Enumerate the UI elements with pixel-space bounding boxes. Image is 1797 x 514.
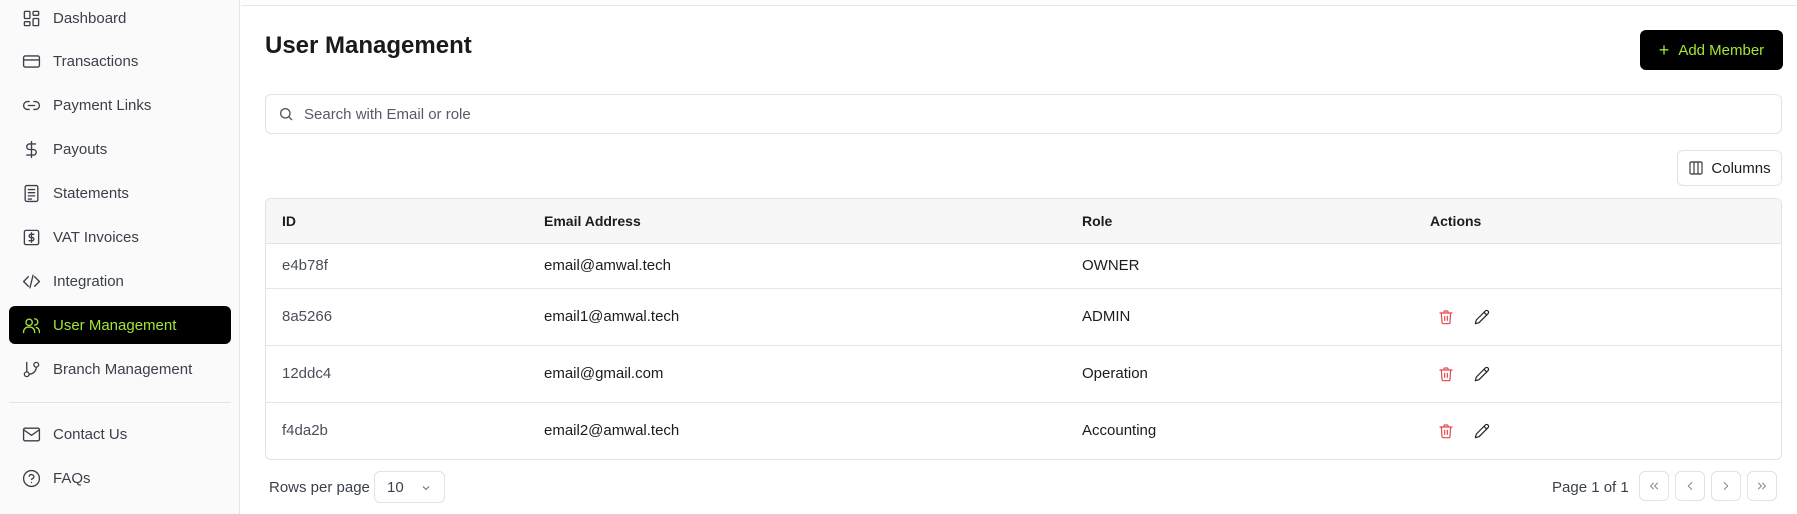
chevron-down-icon: [420, 481, 432, 498]
sidebar-item-payment-links[interactable]: Payment Links: [9, 86, 231, 124]
cell-email: email@gmail.com: [544, 365, 664, 382]
code-icon: [21, 271, 41, 291]
table-header: ID Email Address Role Actions: [266, 199, 1781, 244]
users-table: ID Email Address Role Actions e4b78f ema…: [265, 198, 1782, 460]
link-icon: [21, 95, 41, 115]
cell-email: email1@amwal.tech: [544, 308, 680, 325]
cell-role: Accounting: [1082, 422, 1157, 439]
search-box: [265, 94, 1782, 134]
chevrons-left-icon: [1649, 482, 1659, 490]
sidebar-item-label: User Management: [53, 316, 177, 334]
mail-icon: [21, 424, 41, 444]
branch-icon: [21, 359, 41, 379]
add-member-label: Add Member: [1678, 41, 1765, 59]
cell-id: f4da2b: [282, 422, 328, 439]
delete-icon[interactable]: [1436, 307, 1456, 327]
page-info: Page 1 of 1: [1552, 479, 1629, 496]
header-id: ID: [282, 213, 296, 229]
dollar-icon: [21, 139, 41, 159]
sidebar-item-payouts[interactable]: Payouts: [9, 130, 231, 168]
add-member-button[interactable]: + Add Member: [1640, 30, 1783, 70]
sidebar-item-contact-us[interactable]: Contact Us: [9, 415, 231, 453]
page-title: User Management: [265, 32, 472, 59]
delete-icon[interactable]: [1436, 364, 1456, 384]
sidebar-item-label: Branch Management: [53, 360, 193, 378]
sidebar-item-label: Payouts: [53, 140, 108, 158]
sidebar-divider: [9, 402, 231, 403]
sidebar-item-label: FAQs: [53, 469, 91, 487]
search-input[interactable]: [304, 105, 1781, 123]
rows-per-page-select[interactable]: 10: [374, 471, 445, 503]
last-page-button[interactable]: [1747, 471, 1777, 501]
document-icon: [21, 183, 41, 203]
sidebar: Dashboard Transactions Payment Links Pay…: [0, 0, 240, 514]
rows-per-page-label: Rows per page: [269, 479, 370, 496]
sidebar-item-label: Integration: [53, 272, 124, 290]
table-row: f4da2b email2@amwal.tech Accounting: [266, 403, 1781, 459]
cell-id: e4b78f: [282, 257, 328, 274]
first-page-button[interactable]: [1639, 471, 1669, 501]
sidebar-item-branch-management[interactable]: Branch Management: [9, 350, 231, 388]
chevron-right-icon: [1723, 481, 1729, 491]
edit-icon[interactable]: [1472, 421, 1492, 441]
cell-email: email2@amwal.tech: [544, 422, 680, 439]
sidebar-item-faqs[interactable]: FAQs: [9, 459, 231, 497]
sidebar-item-statements[interactable]: Statements: [9, 174, 231, 212]
sidebar-item-dashboard[interactable]: Dashboard: [9, 0, 231, 37]
search-icon: [280, 108, 293, 121]
previous-page-button[interactable]: [1675, 471, 1705, 501]
next-page-button[interactable]: [1711, 471, 1741, 501]
cell-id: 12ddc4: [282, 365, 332, 382]
cell-id: 8a5266: [282, 308, 333, 325]
edit-icon[interactable]: [1472, 307, 1492, 327]
cell-email: email@amwal.tech: [544, 257, 671, 274]
chevrons-right-icon: [1757, 482, 1767, 490]
card-icon: [21, 51, 41, 71]
sidebar-item-user-management[interactable]: User Management: [9, 306, 231, 344]
columns-icon: [1689, 161, 1703, 175]
sidebar-item-transactions[interactable]: Transactions: [9, 42, 231, 80]
sidebar-item-label: Transactions: [53, 52, 139, 70]
sidebar-item-integration[interactable]: Integration: [9, 262, 231, 300]
sidebar-item-vat-invoices[interactable]: VAT Invoices: [9, 218, 231, 256]
sidebar-item-label: Statements: [53, 184, 129, 202]
cell-role: OWNER: [1082, 257, 1140, 274]
sidebar-item-label: Payment Links: [53, 96, 152, 114]
help-icon: [21, 468, 41, 488]
rows-per-page-value: 10: [387, 478, 404, 496]
cell-role: Operation: [1082, 365, 1148, 382]
invoice-icon: [21, 227, 41, 247]
header-actions: Actions: [1430, 213, 1482, 229]
chevron-left-icon: [1687, 481, 1693, 491]
sidebar-item-label: Contact Us: [53, 425, 128, 443]
columns-button[interactable]: Columns: [1677, 150, 1782, 186]
table-row: 8a5266 email1@amwal.tech ADMIN: [266, 289, 1781, 346]
users-icon: [21, 315, 41, 335]
cell-role: ADMIN: [1082, 308, 1131, 325]
edit-icon[interactable]: [1472, 364, 1492, 384]
table-row: e4b78f email@amwal.tech OWNER: [266, 244, 1781, 289]
delete-icon[interactable]: [1436, 421, 1456, 441]
header-role: Role: [1082, 213, 1113, 229]
header-divider: [241, 5, 1797, 6]
header-email: Email Address: [544, 213, 641, 229]
sidebar-item-label: Dashboard: [53, 9, 127, 27]
dashboard-icon: [21, 8, 41, 28]
table-row: 12ddc4 email@gmail.com Operation: [266, 346, 1781, 403]
columns-label: Columns: [1711, 159, 1771, 177]
sidebar-item-label: VAT Invoices: [53, 228, 139, 246]
plus-icon: +: [1658, 40, 1670, 60]
